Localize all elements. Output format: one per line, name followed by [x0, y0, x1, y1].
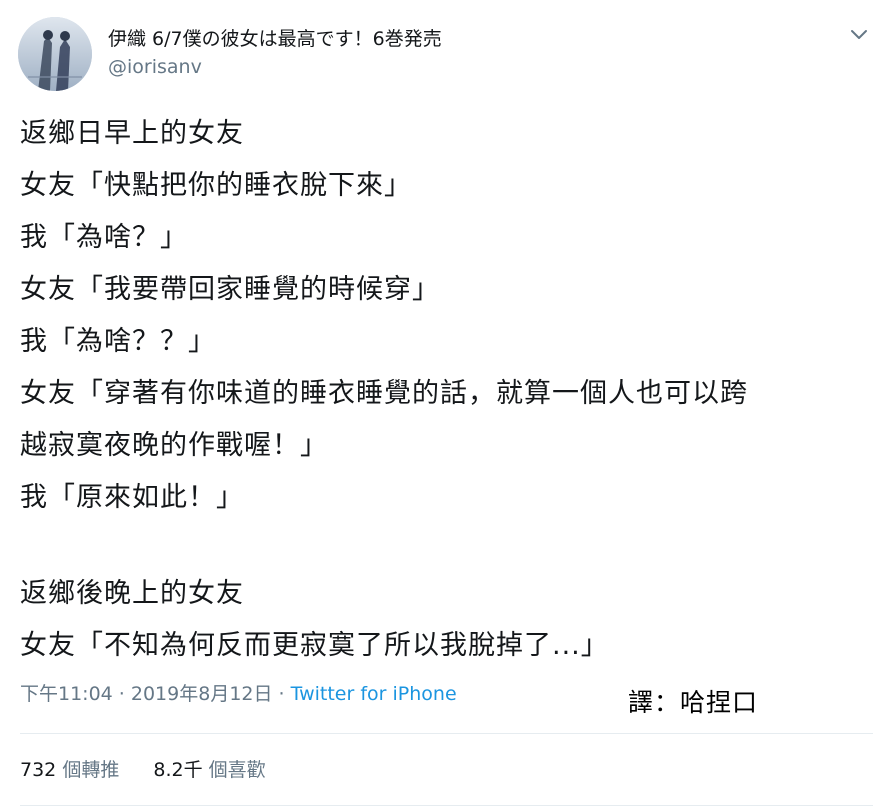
- tweet-line: 女友「穿著有你味道的睡衣睡覺的話，就算一個人也可以跨: [20, 378, 748, 409]
- avatar[interactable]: [18, 17, 92, 91]
- likes-count: 8.2千: [153, 759, 203, 781]
- tweet-stats: 732 個轉推 8.2千 個喜歡: [20, 755, 266, 782]
- translator-credit: 譯：哈捏口: [628, 688, 759, 717]
- tweet-line: 返鄉後晚上的女友: [20, 578, 244, 609]
- tweet-card: 伊織 6/7僕の彼女は最高です！6巻発売 @iorisanv 返鄉日早上的女友 …: [0, 0, 893, 810]
- tweet-line: 越寂寞夜晚的作戰喔！」: [20, 430, 328, 461]
- tweet-line: 女友「快點把你的睡衣脫下來」: [20, 170, 412, 201]
- tweet-text: 返鄉日早上的女友 女友「快點把你的睡衣脫下來」 我「為啥？」 女友「我要帶回家睡…: [20, 108, 880, 672]
- tweet-line: 女友「不知為何反而更寂寞了所以我脫掉了...」: [20, 630, 609, 661]
- user-display-name[interactable]: 伊織 6/7僕の彼女は最高です！6巻発売: [108, 24, 442, 51]
- tweet-timestamp[interactable]: 下午11:04 · 2019年8月12日: [20, 683, 273, 705]
- retweets-label: 個轉推: [62, 759, 120, 781]
- likes-label: 個喜歡: [208, 759, 266, 781]
- tweet-source-link[interactable]: Twitter for iPhone: [291, 683, 457, 705]
- avatar-image: [18, 17, 92, 91]
- tweet-line: 女友「我要帶回家睡覺的時候穿」: [20, 274, 440, 305]
- tweet-line: 返鄉日早上的女友: [20, 118, 244, 149]
- chevron-down-icon[interactable]: [846, 22, 872, 48]
- meta-separator: ·: [272, 683, 291, 705]
- user-handle[interactable]: @iorisanv: [108, 56, 202, 78]
- divider: [20, 733, 873, 734]
- tweet-line: 我「為啥？」: [20, 222, 188, 253]
- tweet-line: 我「為啥？？」: [20, 326, 216, 357]
- tweet-meta: 下午11:04 · 2019年8月12日 · Twitter for iPhon…: [20, 679, 457, 706]
- retweets-stat[interactable]: 732 個轉推: [20, 755, 119, 782]
- divider: [20, 805, 873, 806]
- retweets-count: 732: [20, 759, 57, 781]
- tweet-line: 我「原來如此！」: [20, 482, 244, 513]
- likes-stat[interactable]: 8.2千 個喜歡: [153, 755, 265, 782]
